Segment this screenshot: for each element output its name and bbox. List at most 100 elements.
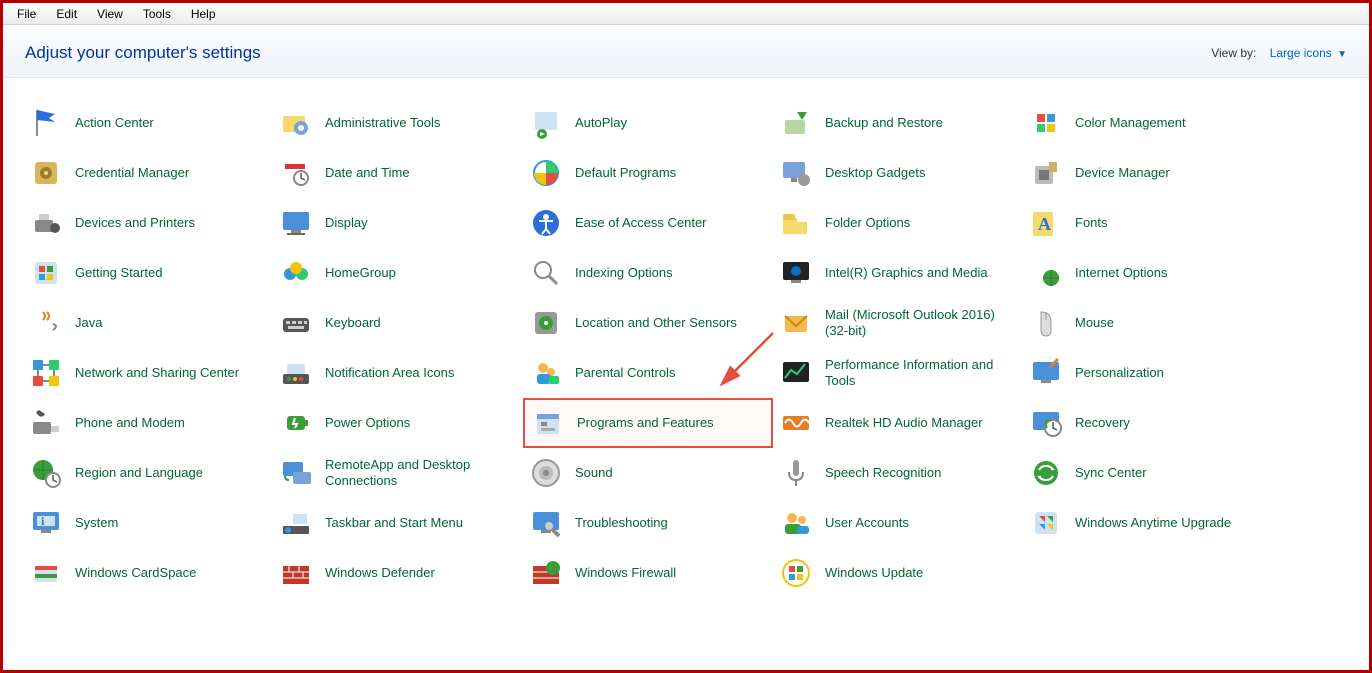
menu-help[interactable]: Help [181,5,226,23]
cpl-item-windows-firewall[interactable]: Windows Firewall [523,548,773,598]
remote-conn-icon [279,456,313,490]
cpl-item-keyboard[interactable]: Keyboard [273,298,523,348]
cpl-item-label: Date and Time [325,165,410,181]
cpl-item-sound[interactable]: Sound [523,448,773,498]
cpl-item-realtek-hd-audio-manager[interactable]: Realtek HD Audio Manager [773,398,1023,448]
menu-file[interactable]: File [7,5,46,23]
cpl-item-parental-controls[interactable]: Parental Controls [523,348,773,398]
view-by-control[interactable]: View by: Large icons ▼ [1211,46,1347,60]
cpl-item-region-and-language[interactable]: Region and Language [23,448,273,498]
cpl-item-programs-and-features[interactable]: Programs and Features [523,398,773,448]
homegroup-icon [279,256,313,290]
cpl-item-speech-recognition[interactable]: Speech Recognition [773,448,1023,498]
microphone-icon [779,456,813,490]
cpl-item-label: Internet Options [1075,265,1168,281]
menu-view[interactable]: View [87,5,133,23]
globe-clock-icon [29,456,63,490]
cpl-item-fonts[interactable]: AFonts [1023,198,1273,248]
cpl-item-label: Phone and Modem [75,415,185,431]
font-a-icon: A [1029,206,1063,240]
cpl-item-label: Backup and Restore [825,115,943,131]
cpl-item-label: Windows Anytime Upgrade [1075,515,1231,531]
cpl-item-administrative-tools[interactable]: Administrative Tools [273,98,523,148]
cpl-item-windows-anytime-upgrade[interactable]: Windows Anytime Upgrade [1023,498,1273,548]
media-play-icon [529,106,563,140]
cpl-item-display[interactable]: Display [273,198,523,248]
cpl-item-system[interactable]: iSystem [23,498,273,548]
cpl-item-date-and-time[interactable]: Date and Time [273,148,523,198]
intel-monitor-icon [779,256,813,290]
calendar-clock-icon [279,156,313,190]
cpl-item-performance-information-and-tools[interactable]: Performance Information and Tools [773,348,1023,398]
cpl-item-recovery[interactable]: Recovery [1023,398,1273,448]
cpl-item-action-center[interactable]: Action Center [23,98,273,148]
network-blocks-icon [29,356,63,390]
cpl-item-troubleshooting[interactable]: Troubleshooting [523,498,773,548]
cpl-item-power-options[interactable]: Power Options [273,398,523,448]
cpl-item-indexing-options[interactable]: Indexing Options [523,248,773,298]
cpl-item-windows-cardspace[interactable]: Windows CardSpace [23,548,273,598]
programs-circle-icon [529,156,563,190]
cpl-item-folder-options[interactable]: Folder Options [773,198,1023,248]
cpl-item-color-management[interactable]: Color Management [1023,98,1273,148]
menu-bar: FileEditViewToolsHelp [3,3,1369,25]
programs-box-icon [531,406,565,440]
cpl-item-mouse[interactable]: Mouse [1023,298,1273,348]
cpl-item-label: Device Manager [1075,165,1170,181]
cpl-item-notification-area-icons[interactable]: Notification Area Icons [273,348,523,398]
cpl-item-label: RemoteApp and Desktop Connections [325,457,517,488]
system-monitor-icon: i [29,506,63,540]
cpl-item-label: Display [325,215,368,231]
cpl-item-network-and-sharing-center[interactable]: Network and Sharing Center [23,348,273,398]
audio-wave-icon [779,406,813,440]
cpl-item-desktop-gadgets[interactable]: Desktop Gadgets [773,148,1023,198]
cpl-item-sync-center[interactable]: Sync Center [1023,448,1273,498]
cpl-item-user-accounts[interactable]: User Accounts [773,498,1023,548]
parental-icon [529,356,563,390]
cpl-item-location-and-other-sensors[interactable]: Location and Other Sensors [523,298,773,348]
cpl-item-label: Administrative Tools [325,115,440,131]
monitor-gear-icon [779,156,813,190]
cpl-item-label: Realtek HD Audio Manager [825,415,983,431]
cpl-item-phone-and-modem[interactable]: Phone and Modem [23,398,273,448]
cpl-item-label: Action Center [75,115,154,131]
menu-edit[interactable]: Edit [46,5,87,23]
cpl-item-taskbar-and-start-menu[interactable]: Taskbar and Start Menu [273,498,523,548]
cpl-item-default-programs[interactable]: Default Programs [523,148,773,198]
cpl-item-remoteapp-and-desktop-connections[interactable]: RemoteApp and Desktop Connections [273,448,523,498]
getting-started-icon [29,256,63,290]
cpl-item-label: Windows CardSpace [75,565,196,581]
perf-chart-icon [779,356,813,390]
taskbar-icon [279,506,313,540]
cpl-item-personalization[interactable]: Personalization [1023,348,1273,398]
cpl-item-homegroup[interactable]: HomeGroup [273,248,523,298]
sync-arrows-icon [1029,456,1063,490]
cpl-item-credential-manager[interactable]: Credential Manager [23,148,273,198]
globe-paper-icon [1029,256,1063,290]
cpl-item-windows-defender[interactable]: Windows Defender [273,548,523,598]
phone-modem-icon [29,406,63,440]
cpl-item-intel-r-graphics-and-media[interactable]: Intel(R) Graphics and Media [773,248,1023,298]
cpl-item-java[interactable]: Java [23,298,273,348]
cpl-item-getting-started[interactable]: Getting Started [23,248,273,298]
cpl-item-label: Speech Recognition [825,465,941,481]
cpl-item-mail-microsoft-outlook-2016-32-bit[interactable]: Mail (Microsoft Outlook 2016) (32-bit) [773,298,1023,348]
cpl-item-backup-and-restore[interactable]: Backup and Restore [773,98,1023,148]
cpl-item-internet-options[interactable]: Internet Options [1023,248,1273,298]
cpl-item-windows-update[interactable]: Windows Update [773,548,1023,598]
cpl-item-label: Mouse [1075,315,1114,331]
view-by-value[interactable]: Large icons [1270,46,1332,60]
cpl-item-label: Notification Area Icons [325,365,454,381]
cpl-item-label: Performance Information and Tools [825,357,1017,388]
cpl-item-device-manager[interactable]: Device Manager [1023,148,1273,198]
personalize-icon [1029,356,1063,390]
cpl-item-label: Programs and Features [577,415,714,431]
cpl-item-ease-of-access-center[interactable]: Ease of Access Center [523,198,773,248]
cpl-item-autoplay[interactable]: AutoPlay [523,98,773,148]
cpl-item-devices-and-printers[interactable]: Devices and Printers [23,198,273,248]
menu-tools[interactable]: Tools [133,5,181,23]
user-accounts-icon [779,506,813,540]
defender-wall-icon [279,556,313,590]
safe-box-icon [29,156,63,190]
cpl-item-label: Java [75,315,102,331]
